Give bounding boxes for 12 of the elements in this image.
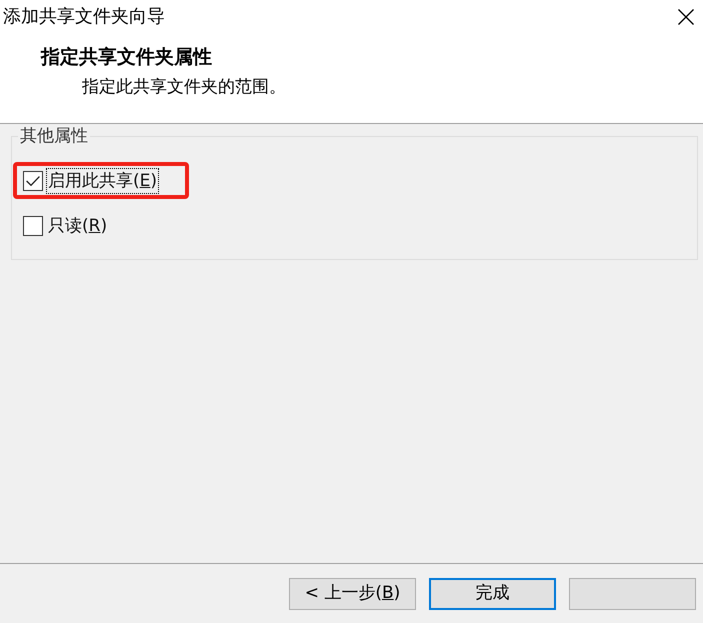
checkbox-label[interactable]: 启用此共享(E) [46, 168, 160, 194]
group-legend: 其他属性 [18, 128, 90, 145]
close-icon[interactable] [678, 9, 694, 25]
dialog-button[interactable]: < 上一步(B) [289, 578, 416, 610]
window-title: 添加共享文件夹向导 [3, 8, 165, 26]
checkbox-label[interactable]: 只读(R) [46, 213, 110, 239]
dialog-button[interactable]: 完成 [429, 578, 556, 610]
page-subtitle: 指定此共享文件夹的范围。 [82, 77, 286, 97]
checkbox[interactable] [23, 216, 43, 236]
checkbox[interactable] [23, 171, 43, 191]
page-title: 指定共享文件夹属性 [41, 46, 212, 68]
checkmark-icon [26, 176, 40, 186]
